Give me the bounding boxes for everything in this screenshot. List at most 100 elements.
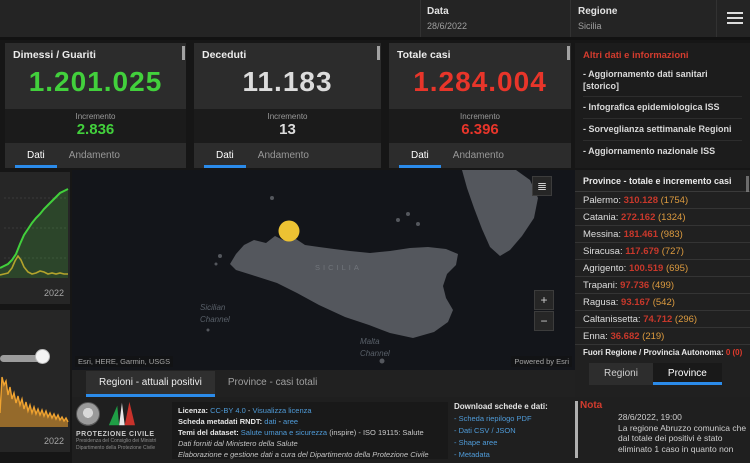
tab-dati[interactable]: Dati	[399, 145, 441, 168]
province-name: Agrigento:	[583, 263, 627, 274]
metadata-line: Scheda metadati RNDT: dati - aree	[178, 416, 442, 427]
province-name: Caltanissetta:	[583, 314, 641, 325]
province-row: Palermo: 310.128 (1754)	[575, 192, 750, 209]
date-block: Data 28/6/2022	[427, 6, 467, 31]
island	[218, 254, 222, 258]
card-scrollbar[interactable]	[567, 46, 570, 60]
dataset-theme-rest: (inspire) - ISO 19115: Salute	[327, 428, 424, 438]
cumulative-chart	[0, 188, 69, 278]
link-aggiornamento-dati-sanitari[interactable]: - Aggiornamento dati sanitari [storico]	[583, 64, 742, 98]
tricolor-triangle-icon	[108, 401, 135, 426]
powered-by-esri-link[interactable]: Powered by Esri	[511, 356, 572, 367]
province-scrollbar[interactable]	[746, 176, 749, 192]
province-row: Ragusa: 93.167 (542)	[575, 294, 750, 311]
nota-text: La regione Abruzzo comunica che dal tota…	[618, 422, 747, 454]
link-infografica-iss[interactable]: - Infografica epidemiologica ISS	[583, 97, 742, 120]
province-name: Palermo:	[583, 195, 622, 206]
date-label: Data	[427, 6, 449, 17]
sicily-landmass	[230, 236, 458, 338]
map-canvas: SICILIA Sicilian Channel Malta Channel	[200, 170, 538, 364]
card-title: Deceduti	[202, 49, 247, 61]
time-slider-handle[interactable]	[35, 349, 50, 364]
download-link-csv-json[interactable]: - Dati CSV / JSON	[454, 425, 576, 437]
province-increment: (695)	[665, 263, 689, 274]
province-total: 100.519	[628, 263, 664, 274]
province-name: Ragusa:	[583, 297, 619, 308]
download-title: Download schede e dati:	[454, 402, 548, 411]
sicily-map[interactable]: SICILIA Sicilian Channel Malta Channel ≣…	[72, 170, 575, 370]
card-scrollbar[interactable]	[182, 46, 185, 60]
map-attribution: Esri, HERE, Garmin, USGS	[75, 356, 174, 367]
tab-andamento[interactable]: Andamento	[441, 145, 516, 168]
plus-icon: +	[540, 293, 548, 307]
province-increment: (983)	[660, 229, 683, 240]
download-link-shape[interactable]: - Shape aree	[454, 437, 576, 449]
province-total: 74.712	[643, 314, 673, 325]
logo-title: PROTEZIONE CIVILE	[76, 431, 155, 438]
province-panel-title: Province - totale e incremento casi	[575, 170, 750, 192]
nota-title: Nota	[580, 400, 603, 411]
legend-glyph: ≣	[536, 179, 548, 193]
province-tab-bar: Regioni Province	[589, 363, 750, 385]
metadata-link-dati[interactable]: dati	[264, 417, 276, 426]
dataset-theme-link[interactable]: Salute umana e sicurezza	[241, 428, 327, 437]
province-row: Trapani: 97.736 (499)	[575, 277, 750, 294]
zoom-in-button[interactable]: +	[534, 290, 554, 310]
download-link-metadata[interactable]: - Metadata	[454, 449, 576, 461]
card-scrollbar[interactable]	[377, 46, 380, 60]
time-slider-track[interactable]	[0, 355, 40, 362]
label-malta-channel-2: Channel	[360, 349, 390, 358]
card-tabs: Dati Andamento	[204, 145, 321, 168]
province-row: Messina: 181.461 (983)	[575, 226, 750, 243]
tab-dati[interactable]: Dati	[204, 145, 246, 168]
link-sorveglianza-regioni[interactable]: - Sorveglianza settimanale Regioni	[583, 119, 742, 141]
legend-icon[interactable]: ≣	[532, 176, 552, 196]
province-total: 97.736	[620, 280, 650, 291]
region-value[interactable]: Sicilia	[578, 21, 617, 31]
region-block: Regione Sicilia	[578, 6, 617, 31]
covid-dashboard: Data 28/6/2022 Regione Sicilia Dimessi /…	[0, 0, 750, 463]
label-sicilian-channel-2: Channel	[200, 315, 230, 324]
province-increment: (1324)	[658, 212, 686, 223]
province-row: Agrigento: 100.519 (695)	[575, 260, 750, 277]
card-value: 1.201.025	[28, 66, 163, 97]
metadata-link-aree[interactable]: aree	[283, 417, 298, 426]
top-bar: Data 28/6/2022 Regione Sicilia	[0, 0, 750, 40]
tab-province-casi-totali[interactable]: Province - casi totali	[215, 371, 330, 397]
license-link-visualizza[interactable]: Visualizza licenza	[252, 406, 311, 415]
tab-andamento[interactable]: Andamento	[57, 145, 132, 168]
hamburger-menu-icon[interactable]	[727, 12, 743, 25]
island	[416, 222, 420, 226]
chart-panel-cumulative: 2022	[0, 172, 70, 304]
card-tabs: Dati Andamento	[399, 145, 516, 168]
label-malta-channel: Malta	[360, 337, 380, 346]
tab-dati[interactable]: Dati	[15, 145, 57, 168]
card-value: 1.284.004	[413, 66, 547, 97]
license-link-ccby[interactable]: CC-BY 4.0	[210, 406, 246, 415]
province-name: Trapani:	[583, 280, 618, 291]
increment-value: 6.396	[461, 121, 499, 138]
metadata-label: Scheda metadati RNDT:	[178, 417, 265, 427]
province-total: 36.682	[610, 331, 640, 342]
tab-andamento[interactable]: Andamento	[246, 145, 321, 168]
link-aggiornamento-nazionale-iss[interactable]: - Aggiornamento nazionale ISS	[583, 141, 742, 162]
region-label: Regione	[578, 6, 618, 17]
province-increment: (1754)	[660, 195, 689, 206]
increment-value: 13	[279, 121, 296, 138]
download-link-pdf[interactable]: - Scheda riepilogo PDF	[454, 413, 576, 425]
map-marker-palermo[interactable]	[278, 220, 300, 242]
tab-regioni-attuali-positivi[interactable]: Regioni - attuali positivi	[86, 371, 215, 397]
map-tab-bar: Regioni - attuali positivi Province - ca…	[72, 370, 575, 397]
zoom-out-button[interactable]: −	[534, 311, 554, 331]
province-panel: Province - totale e incremento casi Pale…	[575, 170, 750, 397]
increment-value: 2.836	[76, 121, 115, 138]
tab-regioni[interactable]: Regioni	[589, 363, 653, 385]
license-line: Licenza: CC-BY 4.0 - Visualizza licenza	[178, 405, 442, 416]
tab-province[interactable]: Province	[652, 363, 722, 385]
divider	[716, 0, 717, 37]
card-title: Dimessi / Guariti	[13, 49, 96, 61]
province-total: 310.128	[623, 195, 658, 206]
nota-scrollbar[interactable]	[575, 401, 578, 458]
daily-cases-chart	[0, 376, 69, 427]
increment-label: Incremento	[267, 112, 308, 121]
